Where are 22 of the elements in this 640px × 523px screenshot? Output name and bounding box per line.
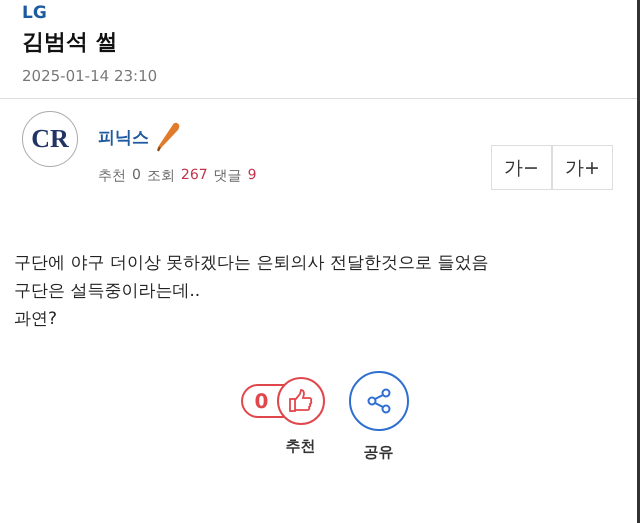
thumbs-up-icon	[288, 388, 314, 414]
font-size-button[interactable]: 가−	[491, 145, 552, 190]
bat-icon	[155, 121, 181, 153]
board-category[interactable]: LG	[22, 2, 615, 24]
stat-label: 댓글	[214, 167, 242, 185]
stat-value: 0	[132, 167, 141, 185]
recommend-label: 추천	[284, 437, 316, 456]
stat-value: 267	[180, 167, 208, 185]
avatar: CR	[22, 111, 78, 167]
font-size-button[interactable]: 가+	[552, 145, 613, 190]
body-text: 과연?	[14, 308, 58, 331]
share-icon	[364, 387, 392, 415]
author-name[interactable]: 피닉스	[98, 126, 149, 148]
post-title: 김범석 썰	[22, 29, 119, 57]
body-text: 구단은 설득중이라는데..	[14, 280, 202, 303]
stat-value: 9	[248, 167, 257, 185]
stat-label: 조회	[146, 167, 175, 185]
stat-label: 추천	[98, 167, 126, 185]
recommend-button[interactable]	[276, 377, 324, 425]
post-date: 2025-01-14 23:10	[22, 66, 158, 87]
body-text: 구단에 야구 더이상 못하겠다는 은퇴의사 전달한것으로 들었음	[14, 252, 490, 275]
share-label: 공유	[362, 443, 394, 462]
